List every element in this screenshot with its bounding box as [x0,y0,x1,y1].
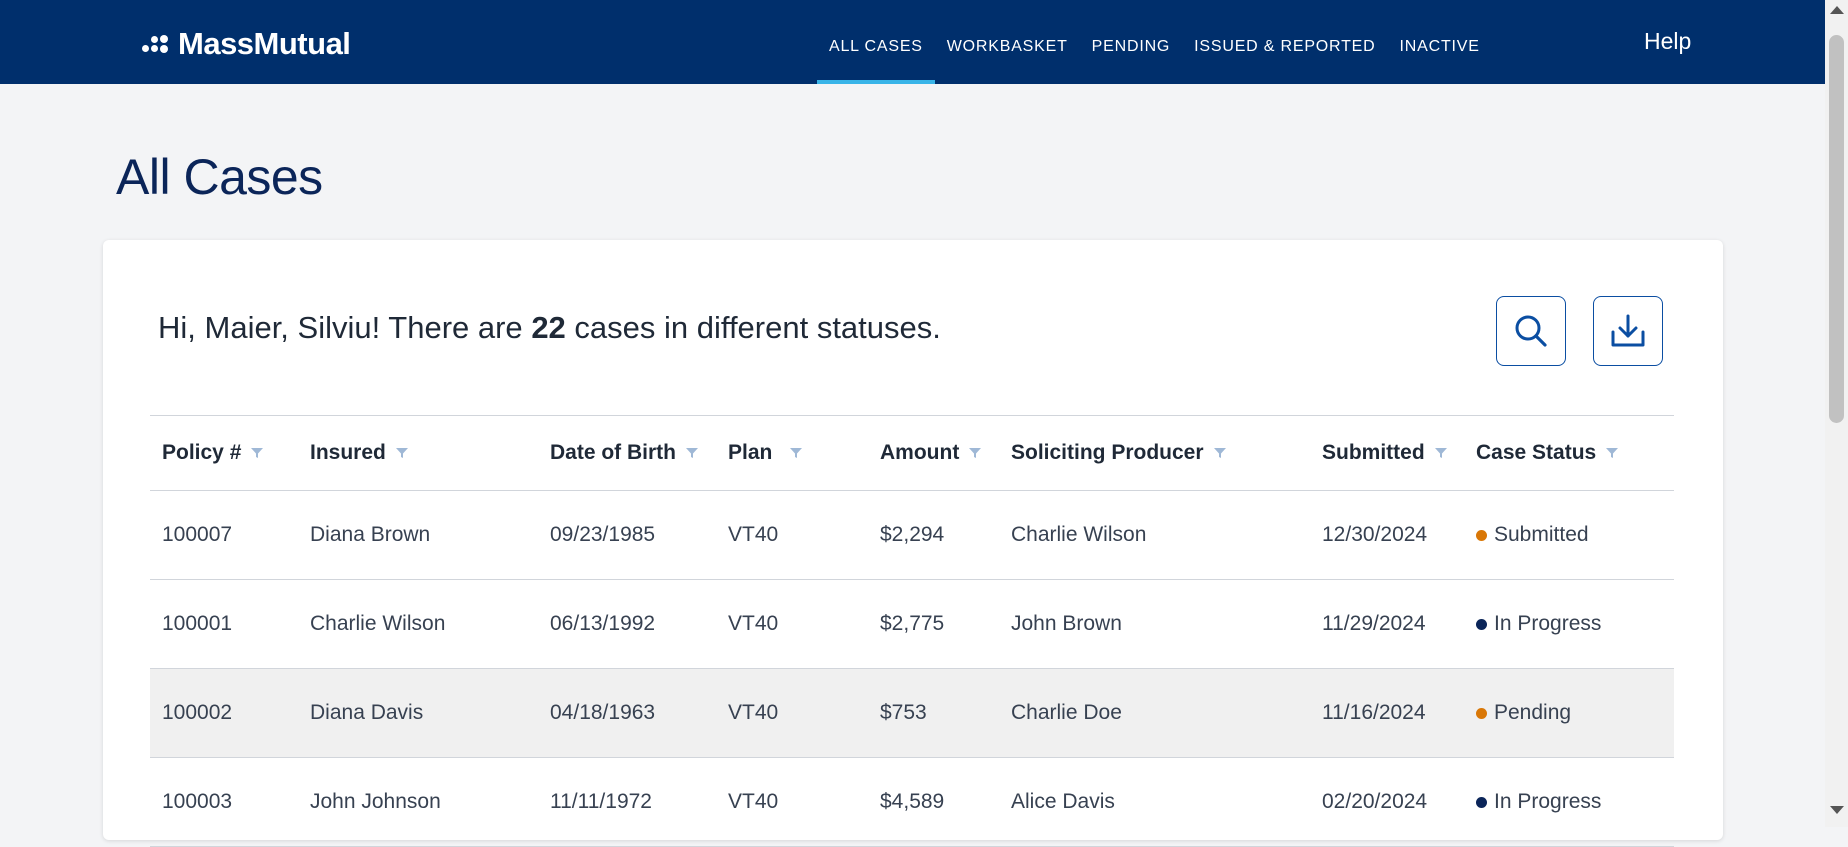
filter-icon[interactable] [790,447,803,459]
vertical-scrollbar[interactable] [1825,0,1848,827]
brand-name: MassMutual [178,26,351,61]
column-header-submitted[interactable]: Submitted [1322,416,1447,490]
cell-plan: VT40 [728,701,779,724]
column-header-policy[interactable]: Policy # [162,416,264,490]
logo-dots-icon [142,33,172,55]
header-label-amount: Amount [880,441,960,464]
header-label-date-of-birth: Date of Birth [550,441,676,464]
cell-submitted: 11/16/2024 [1322,701,1426,724]
massmutual-logo[interactable]: MassMutual [142,26,351,62]
table-row[interactable]: 100002 Diana Davis 04/18/1963 VT40 $753 … [150,669,1674,758]
cell-case-status: Pending [1476,669,1571,757]
cell-insured: Diana Davis [310,701,424,724]
header-label-submitted: Submitted [1322,441,1425,464]
scroll-down-arrow-icon[interactable] [1830,806,1844,814]
cell-plan: VT40 [728,790,779,813]
filter-icon[interactable] [1213,447,1226,459]
status-label: Pending [1494,701,1572,724]
header-label-soliciting-producer: Soliciting Producer [1011,441,1204,464]
cell-insured: Charlie Wilson [310,612,446,635]
summary-suffix: cases in different statuses. [574,310,941,345]
search-icon [1515,315,1547,347]
column-header-soliciting-producer[interactable]: Soliciting Producer [1011,416,1226,490]
header-label-case-status: Case Status [1476,441,1597,464]
status-dot-icon [1476,529,1487,541]
top-navigation-bar: MassMutual ALL CASES WORKBASKET PENDING … [0,0,1825,84]
cell-case-status: In Progress [1476,758,1601,846]
cell-amount: $753 [880,701,927,724]
scroll-up-arrow-icon[interactable] [1830,6,1844,14]
table-row[interactable]: 100001 Charlie Wilson 06/13/1992 VT40 $2… [150,580,1674,669]
nav-tab-issued-reported[interactable]: ISSUED & REPORTED [1182,0,1387,84]
cell-soliciting-producer: Charlie Wilson [1011,523,1147,546]
cell-soliciting-producer: Charlie Doe [1011,701,1122,724]
search-button[interactable] [1496,296,1566,366]
cell-submitted: 11/29/2024 [1322,612,1426,635]
table-header-row: Policy # Insured Date of Birth Plan Amou… [150,416,1674,491]
cell-policy: 100002 [162,701,233,724]
status-label: In Progress [1494,790,1602,813]
summary-prefix: Hi, Maier, Silviu! There are [158,310,523,345]
cell-date-of-birth: 04/18/1963 [550,701,656,724]
cell-date-of-birth: 11/11/1972 [550,790,652,813]
scrollbar-thumb[interactable] [1829,35,1844,423]
cell-soliciting-producer: Alice Davis [1011,790,1115,813]
header-label-plan: Plan [728,441,773,464]
cell-date-of-birth: 09/23/1985 [550,523,656,546]
main-nav: ALL CASES WORKBASKET PENDING ISSUED & RE… [817,0,1492,84]
cell-amount: $2,294 [880,523,945,546]
filter-icon[interactable] [686,447,698,459]
table-row[interactable]: 100003 John Johnson 11/11/1972 VT40 $4,5… [150,758,1674,847]
nav-tab-all-cases[interactable]: ALL CASES [817,0,935,84]
help-link[interactable]: Help [1644,28,1691,55]
cases-table: Policy # Insured Date of Birth Plan Amou… [150,415,1674,847]
cases-summary: Hi, Maier, Silviu! There are 22 cases in… [158,310,941,346]
cell-policy: 100001 [162,612,233,635]
cell-submitted: 12/30/2024 [1322,523,1428,546]
status-label: Submitted [1494,523,1589,546]
download-icon [1611,314,1645,347]
nav-tab-workbasket[interactable]: WORKBASKET [935,0,1080,84]
filter-icon[interactable] [251,447,264,459]
cell-soliciting-producer: John Brown [1011,612,1122,635]
page-title: All Cases [116,149,323,205]
header-label-insured: Insured [310,441,386,464]
filter-icon[interactable] [1606,447,1619,459]
table-row[interactable]: 100007 Diana Brown 09/23/1985 VT40 $2,29… [150,491,1674,580]
cell-amount: $4,589 [880,790,945,813]
column-header-insured[interactable]: Insured [310,416,408,490]
column-header-plan[interactable]: Plan [728,416,803,490]
column-header-amount[interactable]: Amount [880,416,982,490]
column-header-date-of-birth[interactable]: Date of Birth [550,416,698,490]
header-label-policy: Policy # [162,441,242,464]
cell-case-status: Submitted [1476,491,1589,579]
download-button[interactable] [1593,296,1663,366]
case-count: 22 [531,310,566,345]
cell-plan: VT40 [728,523,779,546]
filter-icon[interactable] [969,447,982,459]
cell-date-of-birth: 06/13/1992 [550,612,656,635]
nav-tab-inactive[interactable]: INACTIVE [1388,0,1492,84]
status-dot-icon [1476,618,1487,630]
cell-policy: 100003 [162,790,233,813]
cell-insured: Diana Brown [310,523,431,546]
filter-icon[interactable] [1434,447,1447,459]
filter-icon[interactable] [395,447,408,459]
status-label: In Progress [1494,612,1602,635]
status-dot-icon [1476,707,1487,719]
cell-policy: 100007 [162,523,233,546]
column-header-case-status[interactable]: Case Status [1476,416,1619,490]
cases-card: Hi, Maier, Silviu! There are 22 cases in… [103,240,1723,847]
status-dot-icon [1476,796,1487,808]
cell-case-status: In Progress [1476,580,1601,668]
cell-amount: $2,775 [880,612,945,635]
cell-plan: VT40 [728,612,779,635]
nav-tab-pending[interactable]: PENDING [1080,0,1183,84]
cell-submitted: 02/20/2024 [1322,790,1428,813]
cell-insured: John Johnson [310,790,441,813]
